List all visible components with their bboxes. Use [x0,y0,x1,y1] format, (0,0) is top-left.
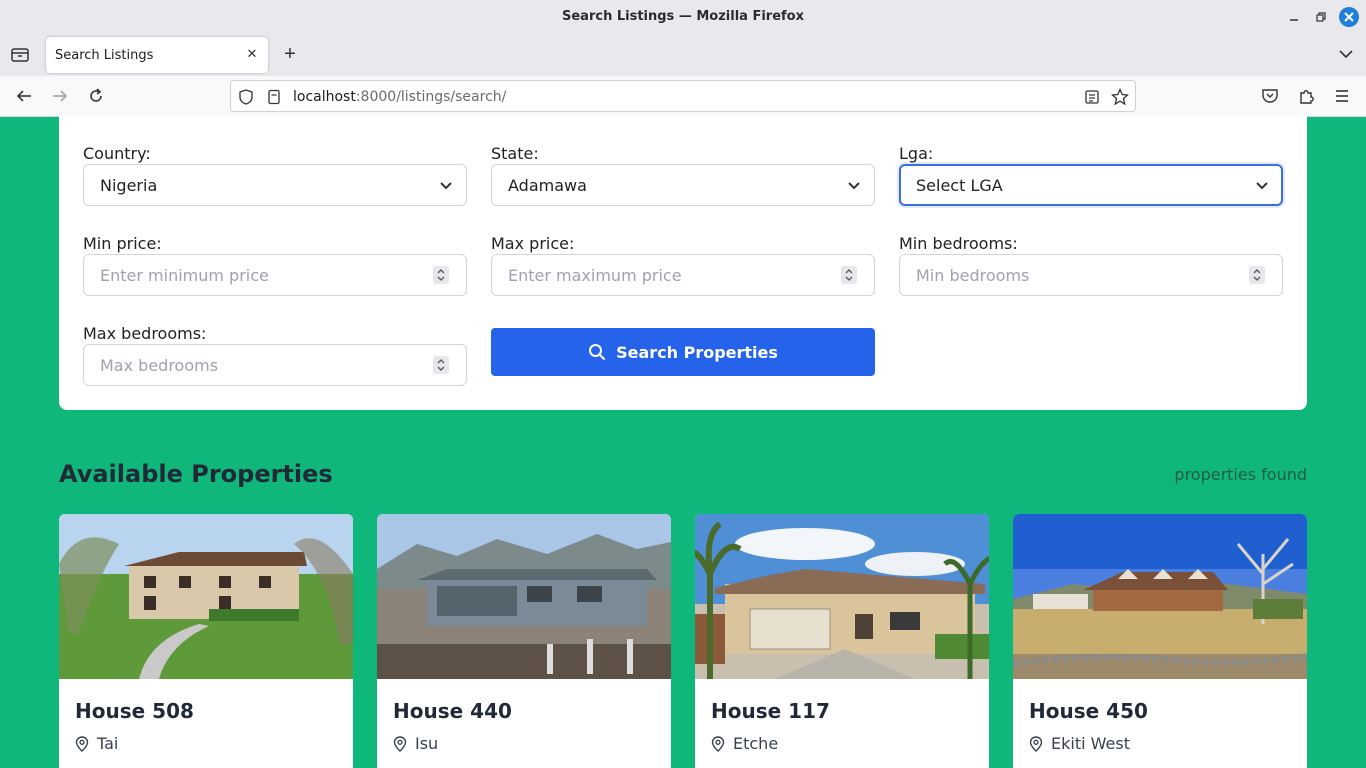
property-photo[interactable] [1013,514,1307,679]
min-price-label: Min price: [83,234,162,253]
tab-title: Search Listings [55,48,154,63]
new-tab-button[interactable]: + [280,43,300,65]
property-name[interactable]: House 508 [75,699,194,723]
max-bedrooms-input[interactable]: Max bedrooms [83,344,467,386]
lga-value: Select LGA [916,176,1003,195]
spinner-icon[interactable] [433,266,449,284]
property-photo[interactable] [695,514,989,679]
property-photo[interactable] [59,514,353,679]
search-properties-button[interactable]: Search Properties [491,328,875,376]
chevron-down-icon [440,182,452,190]
country-select[interactable]: Nigeria [83,164,467,206]
state-value: Adamawa [508,176,587,195]
url-host: localhost [293,89,356,105]
arrow-right-icon [53,90,68,102]
chevron-down-icon [848,182,860,190]
property-card[interactable]: House 440 Isu [377,514,671,768]
state-select[interactable]: Adamawa [491,164,875,206]
max-price-placeholder: Enter maximum price [508,266,682,285]
property-photo[interactable] [377,514,671,679]
property-card[interactable]: House 117 Etche [695,514,989,768]
property-name[interactable]: House 440 [393,699,512,723]
window-title: Search Listings — Mozilla Firefox [562,9,804,24]
max-bedrooms-label: Max bedrooms: [83,324,207,343]
minimize-icon [1290,19,1298,21]
search-button-label: Search Properties [616,342,778,362]
spinner-icon[interactable] [1249,266,1265,284]
property-location: Tai [75,734,118,753]
property-location: Etche [711,734,778,753]
close-icon [1344,12,1354,22]
maximize-button[interactable] [1311,7,1331,27]
results-title: Available Properties [59,460,333,488]
location-text: Isu [415,734,439,753]
min-price-placeholder: Enter minimum price [100,266,269,285]
location-text: Ekiti West [1051,734,1130,753]
country-value: Nigeria [100,176,158,195]
property-location: Isu [393,734,438,753]
pocket-icon[interactable] [1260,86,1280,106]
state-label: State: [491,144,539,163]
lga-select[interactable]: Select LGA [899,164,1283,206]
menu-hamburger-icon[interactable] [1332,86,1352,106]
tab-search-listings[interactable]: Search Listings ✕ [46,37,268,73]
navigation-bar: localhost:8000/listings/search/ [0,76,1366,117]
forward-button[interactable] [50,86,70,106]
property-location: Ekiti West [1029,734,1130,753]
arrow-left-icon [16,90,31,102]
url-text: localhost:8000/listings/search/ [293,89,506,105]
max-price-label: Max price: [491,234,575,253]
search-icon [589,344,606,361]
bookmark-star-icon[interactable] [1111,88,1129,106]
property-card[interactable]: House 508 Tai [59,514,353,768]
min-price-input[interactable]: Enter minimum price [83,254,467,296]
max-bedrooms-placeholder: Max bedrooms [100,356,219,375]
shield-icon[interactable] [237,88,255,106]
country-label: Country: [83,144,151,163]
close-window-button[interactable] [1339,7,1359,27]
chevron-down-icon[interactable] [1338,46,1354,62]
back-button[interactable] [14,86,34,106]
map-pin-icon [75,735,89,752]
results-count: properties found [1174,465,1307,484]
reload-icon [90,88,102,102]
map-pin-icon [393,735,407,752]
search-filter-card: Country: Nigeria State: Adamawa Lga: Sel… [59,116,1307,410]
location-text: Tai [97,734,119,753]
spinner-icon[interactable] [841,266,857,284]
url-bar[interactable]: localhost:8000/listings/search/ [230,80,1136,112]
min-bedrooms-placeholder: Min bedrooms [916,266,1030,285]
spinner-icon[interactable] [433,356,449,374]
min-bedrooms-input[interactable]: Min bedrooms [899,254,1283,296]
extensions-icon[interactable] [1296,86,1316,106]
chevron-down-icon [1256,182,1268,190]
property-name[interactable]: House 450 [1029,699,1148,723]
reload-button[interactable] [86,86,106,106]
minimize-button[interactable] [1284,7,1304,27]
url-path: :8000/listings/search/ [355,89,507,105]
reader-view-icon[interactable] [1083,88,1101,106]
location-text: Etche [733,734,779,753]
tab-bar: Search Listings ✕ + [0,34,1366,76]
map-pin-icon [711,735,725,752]
lga-label: Lga: [899,144,934,163]
property-name[interactable]: House 117 [711,699,830,723]
window-titlebar: Search Listings — Mozilla Firefox [0,0,1366,34]
max-price-input[interactable]: Enter maximum price [491,254,875,296]
map-pin-icon [1029,735,1043,752]
restore-icon [1316,12,1326,22]
tab-list-icon[interactable] [10,45,30,65]
page-icon[interactable] [265,88,283,106]
property-card[interactable]: House 450 Ekiti West [1013,514,1307,768]
tab-close-icon[interactable]: ✕ [244,46,260,62]
min-bedrooms-label: Min bedrooms: [899,234,1018,253]
